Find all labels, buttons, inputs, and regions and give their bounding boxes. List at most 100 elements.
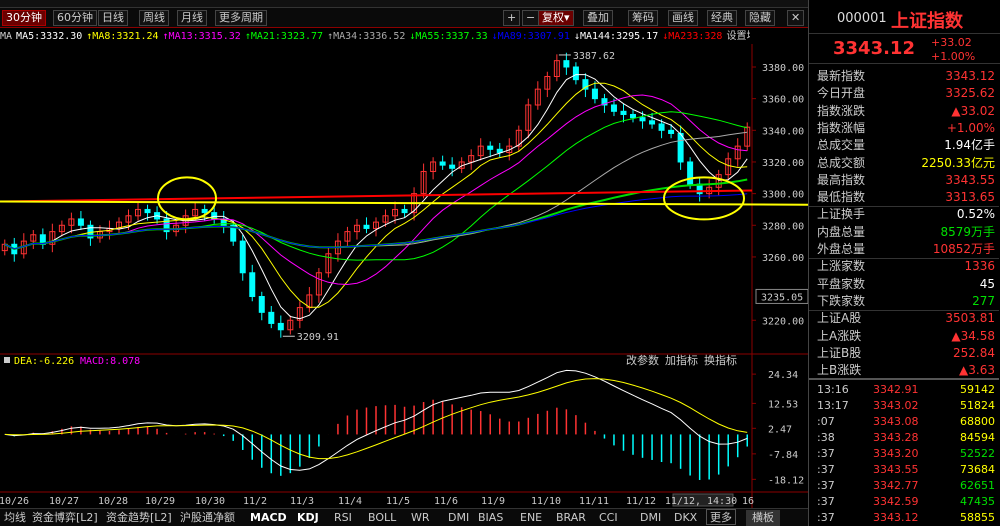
stat-value: 2250.33亿元 [921, 155, 995, 170]
tick-time: :37 [817, 479, 835, 492]
indicator-tab-4[interactable]: MACD [250, 510, 287, 526]
tick-row[interactable]: :37 3343.55 73684 [809, 461, 999, 478]
x-tick-label: 11/12, 14:30 [665, 496, 737, 507]
toolbar-button-6[interactable]: 经典 [707, 10, 737, 26]
indicator-tab-12[interactable]: BRAR [556, 510, 586, 526]
toolbar-button-5[interactable]: 画线 [668, 10, 698, 26]
macd-tick-label: -7.84 [768, 450, 798, 461]
candle-body [687, 161, 694, 185]
top-menu-strip [0, 0, 808, 8]
toolbar-button-0[interactable]: + [503, 10, 521, 26]
x-tick-label: 10/26 [0, 496, 29, 507]
x-tick-label: 11/6 [434, 496, 458, 507]
tick-row[interactable]: :37 3343.20 52522 [809, 445, 999, 462]
macd-link-1[interactable]: 加指标 [665, 353, 698, 367]
stat-row: 今日开盘 3325.62 [809, 85, 999, 102]
y-tick-label: 3220.00 [762, 316, 804, 327]
tick-price: 3343.28 [873, 431, 919, 444]
tick-volume: 62651 [960, 479, 995, 492]
price-change: +33.02 [931, 36, 972, 49]
indicator-tab-3[interactable]: 沪股通净额 [180, 510, 235, 526]
indicator-tab-6[interactable]: RSI [334, 510, 352, 526]
toolbar-button-7[interactable]: 隐藏 [745, 10, 775, 26]
ma-line [4, 178, 748, 251]
tick-time: :37 [817, 447, 835, 460]
indicator-tab-17[interactable]: 横板 [746, 510, 780, 526]
indicator-tab-2[interactable]: 资金趋势[L2] [106, 510, 172, 526]
stat-row: 内盘总量 8579万手 [809, 224, 999, 241]
indicator-tab-5[interactable]: KDJ [297, 510, 319, 526]
tick-row[interactable]: :37 3342.59 47435 [809, 493, 999, 510]
stat-row: 外盘总量 10852万手 [809, 241, 999, 258]
candle-body [630, 113, 637, 119]
indicator-tab-10[interactable]: BIAS [478, 510, 503, 526]
indicator-tab-13[interactable]: CCI [599, 510, 618, 526]
indicator-tab-7[interactable]: BOLL [368, 510, 396, 526]
macd-link-2[interactable]: 换指标 [704, 353, 737, 367]
candle-body [572, 66, 579, 81]
drawn-horizontal-line[interactable] [0, 200, 808, 206]
tick-volume: 59142 [960, 383, 995, 396]
stat-label: 最新指数 [817, 69, 866, 83]
x-tick-label: 11/9 [481, 496, 505, 507]
stat-row: 上证换手 0.52% [809, 206, 999, 223]
tick-row[interactable]: 13:17 3343.02 51824 [809, 397, 999, 414]
close-icon[interactable]: ✕ [787, 10, 805, 26]
indicator-tab-9[interactable]: DMI [448, 510, 469, 526]
kline-chart[interactable]: 3380.00 3360.00 3340.00 3320.00 3300.00 3280.… [0, 44, 808, 510]
toolbar-button-3[interactable]: 叠加 [583, 10, 613, 26]
stat-value: 277 [972, 293, 995, 308]
tab-period-0[interactable]: 30分钟 [2, 10, 46, 26]
tab-period-2[interactable]: 日线 [98, 10, 128, 26]
candle-body [677, 132, 684, 163]
toolbar-button-2[interactable]: 复权▾ [538, 10, 574, 26]
candle-body [610, 104, 617, 112]
candle-body [439, 161, 446, 166]
x-tick-label: 11/3 [290, 496, 314, 507]
tick-row[interactable]: 13:16 3342.91 59142 [809, 381, 999, 398]
macd-legend-0: DEA:-6.226 [14, 356, 74, 367]
x-tick-label: 10/27 [49, 496, 79, 507]
stat-label: 下跌家数 [817, 293, 866, 308]
stat-row: 上证A股 3503.81 [809, 310, 999, 327]
tick-row[interactable]: :07 3343.08 68800 [809, 413, 999, 430]
tab-period-3[interactable]: 周线 [139, 10, 169, 26]
stat-value: 1.94亿手 [944, 138, 995, 153]
tab-period-5[interactable]: 更多周期 [215, 10, 267, 26]
x-tick-label: 11/10 [531, 496, 561, 507]
indicator-tab-1[interactable]: 资金博弈[L2] [32, 510, 98, 526]
indicator-tab-0[interactable]: 均线 [4, 510, 26, 526]
tab-period-4[interactable]: 月线 [177, 10, 207, 26]
tick-price: 3342.91 [873, 383, 919, 396]
macd-link-0[interactable]: 改参数 [626, 353, 659, 367]
indicator-tab-15[interactable]: DKX [674, 510, 697, 526]
stat-value: ▲3.63 [959, 363, 995, 378]
x-tick-label: 11/4 [338, 496, 362, 507]
toolbar-button-4[interactable]: 筹码 [628, 10, 658, 26]
tick-row[interactable]: :38 3343.28 84594 [809, 429, 999, 446]
tab-period-1[interactable]: 60分钟 [53, 10, 97, 26]
indicator-tab-8[interactable]: WR [411, 510, 430, 526]
ma-label-4: ↑MA21:3323.77 [244, 31, 324, 42]
fuquan-dropdown-icon[interactable]: ▾ [564, 11, 570, 24]
index-code: 000001 [837, 11, 887, 26]
tick-price: 3343.08 [873, 415, 919, 428]
tick-row[interactable]: :37 3342.77 62651 [809, 477, 999, 494]
stat-label: 外盘总量 [817, 242, 866, 256]
candle-body [649, 120, 656, 125]
x-tick-label: 11/12 [626, 496, 656, 507]
indicator-tab-14[interactable]: DMI [640, 510, 661, 526]
y-tick-label: 3320.00 [762, 158, 804, 169]
indicator-tab-11[interactable]: ENE [520, 510, 542, 526]
y-tick-label: 3360.00 [762, 95, 804, 106]
tick-row[interactable]: :37 3343.12 58855 [809, 509, 999, 526]
macd-legend-1: MACD:8.078 [80, 356, 140, 367]
high-label: 3387.62 [573, 51, 615, 62]
toolbar-button-1[interactable]: − [522, 10, 540, 26]
ma-label-2: ↑MA8:3321.24 [86, 31, 159, 42]
x-tick-label: 11/11 [579, 496, 609, 507]
period-toolbar: 30分钟 60分钟 日线 周线 月线 更多周期 + − 复权▾ 叠加 筹码 画线 经典 隐藏 ✕ [0, 8, 808, 28]
tick-time: :37 [817, 511, 835, 524]
indicator-tab-16[interactable]: 更多 [706, 509, 736, 525]
candle-body [77, 218, 84, 226]
